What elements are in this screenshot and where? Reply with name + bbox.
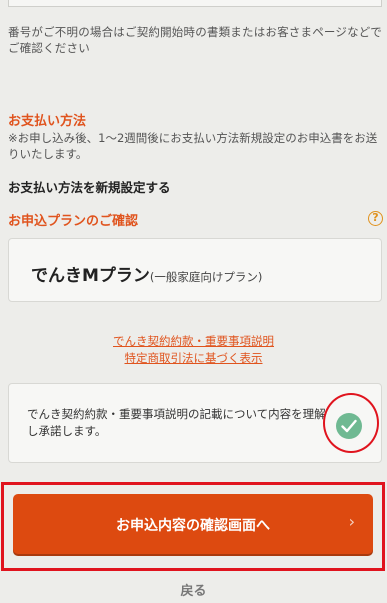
- checkmark-icon: [341, 419, 357, 433]
- plan-card: でんきMプラン(一般家庭向けプラン): [8, 238, 382, 302]
- plan-category: (一般家庭向けプラン): [149, 270, 263, 284]
- payment-method-value: お支払い方法を新規設定する: [8, 180, 171, 195]
- payment-section-heading: お支払い方法: [8, 114, 87, 129]
- previous-input-field-edge[interactable]: [8, 0, 382, 7]
- plan-name-text: でんきMプラン: [31, 266, 150, 286]
- consent-checkbox[interactable]: [336, 413, 362, 439]
- plan-section-heading: お申込プランのご確認: [8, 214, 139, 229]
- payment-note: ※お申し込み後、1〜2週間後にお支払い方法新規設定のお申込書をお送りいたします。: [8, 131, 378, 161]
- consent-text: でんき契約約款・重要事項説明の記載について内容を理解し承諾します。: [27, 407, 326, 438]
- back-link[interactable]: 戻る: [0, 580, 387, 599]
- account-number-note: 番号がご不明の場合はご契約開始時の書類またはお客さまページなどでご確認ください: [8, 25, 382, 55]
- terms-link[interactable]: でんき契約約款・重要事項説明: [0, 333, 387, 350]
- chevron-right-icon: ›: [348, 512, 355, 531]
- plan-name: でんきMプラン(一般家庭向けプラン): [31, 261, 262, 286]
- confirm-application-button[interactable]: お申込内容の確認画面へ ›: [13, 494, 373, 554]
- commercial-law-link[interactable]: 特定商取引法に基づく表示: [0, 350, 387, 367]
- confirm-button-label: お申込内容の確認画面へ: [116, 518, 270, 534]
- consent-card[interactable]: でんき契約約款・重要事項説明の記載について内容を理解し承諾します。: [8, 383, 382, 463]
- legal-links: でんき契約約款・重要事項説明 特定商取引法に基づく表示: [0, 333, 387, 367]
- help-icon[interactable]: ?: [368, 211, 383, 226]
